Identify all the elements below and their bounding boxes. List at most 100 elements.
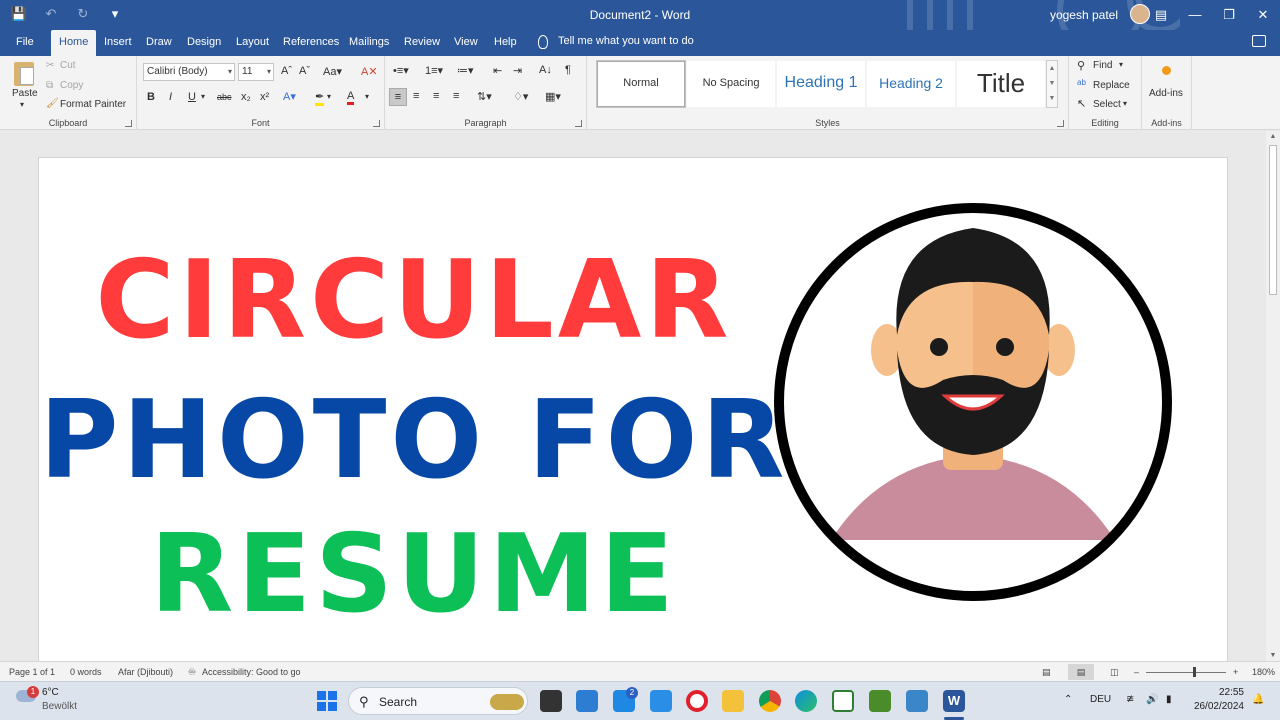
user-name[interactable]: yogesh patel (1050, 8, 1118, 22)
opera-icon[interactable] (686, 690, 708, 712)
styles-launcher-icon[interactable] (1057, 120, 1064, 127)
paste-button[interactable]: Paste (12, 88, 38, 99)
shrink-font-icon[interactable]: Aˇ (299, 65, 310, 77)
weather-temperature[interactable]: 6°C (42, 687, 59, 698)
style-no-spacing[interactable]: No Spacing (687, 61, 775, 107)
format-painter-button[interactable]: Format Painter (60, 99, 126, 110)
chrome-icon[interactable] (759, 690, 781, 712)
underline-icon[interactable]: U (188, 91, 196, 103)
addins-icon[interactable] (1162, 66, 1171, 75)
windows-start-icon[interactable] (316, 690, 338, 712)
scroll-up-icon[interactable]: ▲ (1266, 133, 1280, 140)
tab-insert[interactable]: Insert (96, 30, 140, 56)
style-heading-1[interactable]: Heading 1 (777, 61, 865, 107)
find-button[interactable]: Find (1093, 60, 1112, 71)
borders-icon[interactable]: ▦▾ (545, 90, 561, 103)
widget-food-icon[interactable] (490, 694, 524, 710)
paste-options-chevron-icon[interactable]: ▾ (20, 100, 24, 109)
cut-button[interactable]: Cut (60, 60, 76, 71)
minimize-icon[interactable]: — (1178, 0, 1212, 30)
zoom-in-icon[interactable]: + (1233, 667, 1238, 677)
tab-references[interactable]: References (275, 30, 347, 56)
notepad-icon[interactable] (906, 690, 928, 712)
tab-review[interactable]: Review (396, 30, 448, 56)
style-heading-2[interactable]: Heading 2 (867, 61, 955, 107)
show-formatting-icon[interactable]: ¶ (565, 64, 571, 76)
numbering-icon[interactable]: 1≡▾ (425, 64, 443, 77)
scroll-thumb[interactable] (1269, 145, 1277, 295)
find-chevron-icon[interactable]: ▾ (1119, 60, 1123, 69)
align-left-icon[interactable]: ≡ (389, 88, 407, 106)
tab-help[interactable]: Help (486, 30, 525, 56)
highlight-icon[interactable]: ✒ (315, 90, 325, 106)
ribbon-display-icon[interactable]: ▤ (1144, 0, 1178, 30)
decrease-indent-icon[interactable]: ⇤ (493, 64, 502, 77)
page-count[interactable]: Page 1 of 1 (9, 667, 55, 677)
zoom-slider[interactable] (1146, 672, 1226, 673)
camtasia-icon[interactable] (832, 690, 854, 712)
read-mode-icon[interactable]: ▤ (1042, 667, 1051, 678)
clock-date[interactable]: 26/02/2024 (1190, 701, 1244, 712)
text-effects-icon[interactable]: A▾ (283, 90, 296, 103)
highlight-chevron-icon[interactable]: ▾ (327, 92, 331, 101)
sort-icon[interactable]: A↓ (539, 64, 552, 76)
shading-icon[interactable]: ♢▾ (513, 90, 528, 103)
font-size-combo[interactable]: 11 ▾ (238, 63, 274, 81)
font-name-combo[interactable]: Calibri (Body) ▾ (143, 63, 235, 81)
volume-icon[interactable]: 🔊 (1146, 694, 1158, 705)
web-layout-icon[interactable]: ◫ (1110, 667, 1119, 678)
replace-button[interactable]: Replace (1093, 80, 1130, 91)
zoom-level[interactable]: 180% (1252, 667, 1275, 677)
underline-chevron-icon[interactable]: ▾ (201, 92, 205, 101)
tab-file[interactable]: File (8, 30, 42, 56)
tab-layout[interactable]: Layout (228, 30, 277, 56)
restore-icon[interactable]: ❐ (1212, 0, 1246, 30)
comments-icon[interactable] (1252, 35, 1266, 47)
font-color-chevron-icon[interactable]: ▾ (365, 92, 369, 101)
copy-button[interactable]: Copy (60, 80, 83, 91)
bullets-icon[interactable]: •≡▾ (393, 64, 409, 77)
circular-profile-photo[interactable] (771, 200, 1175, 604)
addins-button[interactable]: Add-ins (1149, 88, 1183, 99)
wifi-icon[interactable]: ≇ (1126, 694, 1134, 705)
language-status[interactable]: Afar (Djibouti) (118, 667, 173, 677)
clock-time[interactable]: 22:55 (1192, 687, 1244, 698)
grow-font-icon[interactable]: Aˆ (281, 65, 292, 77)
font-color-icon[interactable]: A (347, 90, 355, 105)
select-chevron-icon[interactable]: ▾ (1123, 99, 1127, 108)
file-explorer-icon[interactable] (722, 690, 744, 712)
tab-draw[interactable]: Draw (138, 30, 180, 56)
battery-icon[interactable]: ▮ (1166, 694, 1172, 705)
camtasia-recorder-icon[interactable] (869, 690, 891, 712)
edge-icon[interactable] (795, 690, 817, 712)
print-layout-icon[interactable]: ▤ (1068, 664, 1094, 680)
align-center-icon[interactable]: ≡ (413, 90, 419, 102)
word-count[interactable]: 0 words (70, 667, 102, 677)
font-launcher-icon[interactable] (373, 120, 380, 127)
styles-gallery-scroll[interactable]: ▲ ▼ ▼ (1046, 60, 1058, 108)
notifications-bell-icon[interactable]: 🔔 (1252, 694, 1264, 705)
subscript-icon[interactable]: x₂ (241, 91, 251, 103)
bold-icon[interactable]: B (147, 91, 155, 103)
align-right-icon[interactable]: ≡ (433, 90, 439, 102)
zoom-slider-thumb[interactable] (1193, 667, 1196, 677)
close-icon[interactable]: ✕ (1246, 0, 1280, 30)
weather-condition[interactable]: Bewölkt (42, 701, 77, 712)
task-view-icon[interactable] (540, 690, 562, 712)
multilevel-list-icon[interactable]: ≔▾ (457, 64, 474, 77)
clipboard-launcher-icon[interactable] (125, 120, 132, 127)
increase-indent-icon[interactable]: ⇥ (513, 64, 522, 77)
paragraph-launcher-icon[interactable] (575, 120, 582, 127)
zoom-out-icon[interactable]: – (1134, 667, 1139, 677)
accessibility-status[interactable]: Accessibility: Good to go (202, 667, 301, 677)
strikethrough-icon[interactable]: abc (217, 92, 232, 102)
tell-me-search[interactable]: Tell me what you want to do (558, 35, 694, 47)
show-hidden-icons-chevron-icon[interactable]: ⌃ (1064, 694, 1072, 705)
tab-design[interactable]: Design (179, 30, 229, 56)
tab-view[interactable]: View (446, 30, 486, 56)
vscode-icon[interactable] (650, 690, 672, 712)
word-icon[interactable]: W (943, 690, 965, 712)
input-language[interactable]: DEU (1090, 694, 1111, 705)
store-icon[interactable] (576, 690, 598, 712)
scroll-down-icon[interactable]: ▼ (1266, 652, 1280, 659)
